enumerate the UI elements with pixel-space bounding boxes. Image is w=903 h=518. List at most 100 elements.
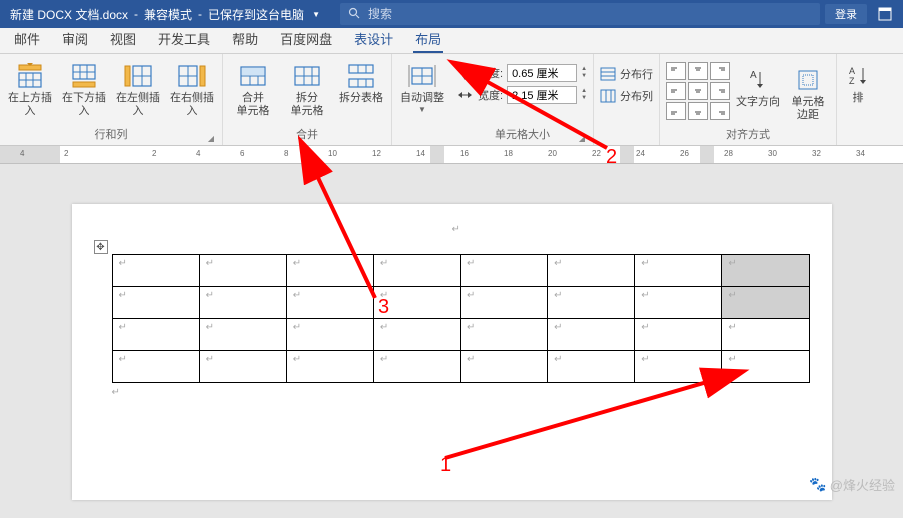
tab-view[interactable]: 视图 [108, 25, 138, 53]
align-mid-right[interactable] [710, 82, 730, 100]
table-cell[interactable]: ↵ [286, 319, 373, 351]
table-row: ↵↵↵↵↵↵↵↵ [112, 319, 809, 351]
align-mid-center[interactable] [688, 82, 708, 100]
table-cell[interactable]: ↵ [635, 287, 722, 319]
width-label: 宽度: [478, 87, 503, 103]
table-cell[interactable]: ↵ [112, 287, 199, 319]
ribbon-display-icon[interactable] [875, 4, 895, 24]
table-cell[interactable]: ↵ [199, 255, 286, 287]
split-table-button[interactable]: 拆分表格 [337, 58, 385, 105]
cell-size-launcher-icon[interactable]: ◢ [579, 134, 585, 143]
tab-baidu[interactable]: 百度网盘 [278, 25, 334, 53]
rows-cols-launcher-icon[interactable]: ◢ [208, 134, 214, 143]
table-cell[interactable]: ↵ [373, 255, 460, 287]
table-cell[interactable]: ↵ [635, 255, 722, 287]
cell-margins-label: 单元格 边距 [792, 96, 825, 122]
height-input[interactable] [507, 64, 577, 82]
table-cell[interactable]: ↵ [548, 255, 635, 287]
sort-label: 排 [853, 92, 864, 105]
width-spinner[interactable]: ▲▼ [581, 88, 587, 102]
annotation-2: 2 [606, 146, 617, 169]
table-cell[interactable]: ↵ [722, 351, 809, 383]
cell-margins-button[interactable]: 单元格 边距 [786, 62, 830, 122]
insert-above-label: 在上方插入 [6, 92, 54, 118]
search-box[interactable] [340, 3, 820, 25]
title-dropdown-icon[interactable]: ▼ [312, 10, 320, 19]
table-cell[interactable]: ↵ [373, 319, 460, 351]
align-bot-left[interactable] [666, 102, 686, 120]
login-button[interactable]: 登录 [825, 4, 867, 24]
insert-left-button[interactable]: 在左侧插入 [114, 58, 162, 118]
table-cell[interactable]: ↵ [461, 319, 548, 351]
insert-right-button[interactable]: 在右侧插入 [168, 58, 216, 118]
align-top-left[interactable] [666, 62, 686, 80]
insert-left-label: 在左侧插入 [114, 92, 162, 118]
width-icon [458, 88, 474, 102]
table-cell[interactable]: ↵ [112, 255, 199, 287]
table-cell[interactable]: ↵ [548, 287, 635, 319]
distribute-rows-button[interactable]: 分布行 [600, 66, 653, 82]
table-cell[interactable]: ↵ [199, 287, 286, 319]
sort-icon: AZ [842, 62, 874, 90]
document-table[interactable]: ↵↵↵↵↵↵↵↵ ↵↵↵↵↵↵↵↵ ↵↵↵↵↵↵↵↵ ↵↵↵↵↵↵↵↵ [112, 254, 810, 383]
search-input[interactable] [368, 7, 812, 21]
insert-below-button[interactable]: 在下方插入 [60, 58, 108, 118]
table-cell[interactable]: ↵ [373, 351, 460, 383]
table-cell[interactable]: ↵ [112, 319, 199, 351]
paw-icon: 🐾 [809, 476, 826, 493]
search-icon [348, 7, 360, 22]
annotation-3: 3 [378, 296, 389, 319]
merge-cells-button[interactable]: 合并 单元格 [229, 58, 277, 118]
align-mid-left[interactable] [666, 82, 686, 100]
height-spinner[interactable]: ▲▼ [581, 66, 587, 80]
tab-layout[interactable]: 布局 [413, 25, 443, 53]
sort-button[interactable]: AZ 排 [843, 58, 873, 105]
table-cell[interactable]: ↵ [635, 319, 722, 351]
table-cell[interactable]: ↵ [286, 255, 373, 287]
distribute-cols-button[interactable]: 分布列 [600, 88, 653, 104]
table-cell[interactable]: ↵ [461, 351, 548, 383]
table-cell-selected[interactable]: ↵ [722, 255, 809, 287]
table-row: ↵↵↵↵↵↵↵↵ [112, 255, 809, 287]
split-cells-label: 拆分 单元格 [291, 92, 324, 118]
text-direction-button[interactable]: A 文字方向 [736, 62, 780, 109]
align-bot-center[interactable] [688, 102, 708, 120]
doc-filename: 新建 DOCX 文档.docx [10, 6, 128, 23]
split-cells-button[interactable]: 拆分 单元格 [283, 58, 331, 118]
align-bot-right[interactable] [710, 102, 730, 120]
tab-table-design[interactable]: 表设计 [352, 25, 395, 53]
autofit-icon [406, 62, 438, 90]
group-merge-label: 合并 [296, 129, 318, 141]
table-cell[interactable]: ↵ [286, 287, 373, 319]
tab-devtools[interactable]: 开发工具 [156, 25, 212, 53]
group-sort: AZ 排 [837, 54, 879, 145]
tab-mail[interactable]: 邮件 [12, 25, 42, 53]
align-top-center[interactable] [688, 62, 708, 80]
distribute-cols-label: 分布列 [620, 88, 653, 104]
table-cell-selected[interactable]: ↵ [722, 287, 809, 319]
table-cell[interactable]: ↵ [199, 351, 286, 383]
text-direction-icon: A [742, 66, 774, 94]
table-cell[interactable]: ↵ [548, 319, 635, 351]
align-top-right[interactable] [710, 62, 730, 80]
paragraph-mark-icon: ↵ [452, 224, 460, 235]
insert-above-icon [14, 62, 46, 90]
insert-above-button[interactable]: 在上方插入 [6, 58, 54, 118]
width-input[interactable] [507, 86, 577, 104]
tab-help[interactable]: 帮助 [230, 25, 260, 53]
tab-review[interactable]: 审阅 [60, 25, 90, 53]
table-cell[interactable]: ↵ [548, 351, 635, 383]
table-cell[interactable]: ↵ [461, 287, 548, 319]
table-cell[interactable]: ↵ [199, 319, 286, 351]
autofit-button[interactable]: 自动调整 ▼ [398, 58, 446, 114]
table-cell[interactable]: ↵ [112, 351, 199, 383]
table-cell[interactable]: ↵ [286, 351, 373, 383]
horizontal-ruler[interactable]: 42246810121416182022242628303234 [0, 146, 903, 164]
insert-left-icon [122, 62, 154, 90]
table-cell[interactable]: ↵ [635, 351, 722, 383]
table-move-handle[interactable]: ✥ [94, 240, 108, 254]
height-label: 高度: [478, 65, 503, 81]
table-cell[interactable]: ↵ [461, 255, 548, 287]
table-cell[interactable]: ↵ [722, 319, 809, 351]
split-table-label: 拆分表格 [339, 92, 383, 105]
